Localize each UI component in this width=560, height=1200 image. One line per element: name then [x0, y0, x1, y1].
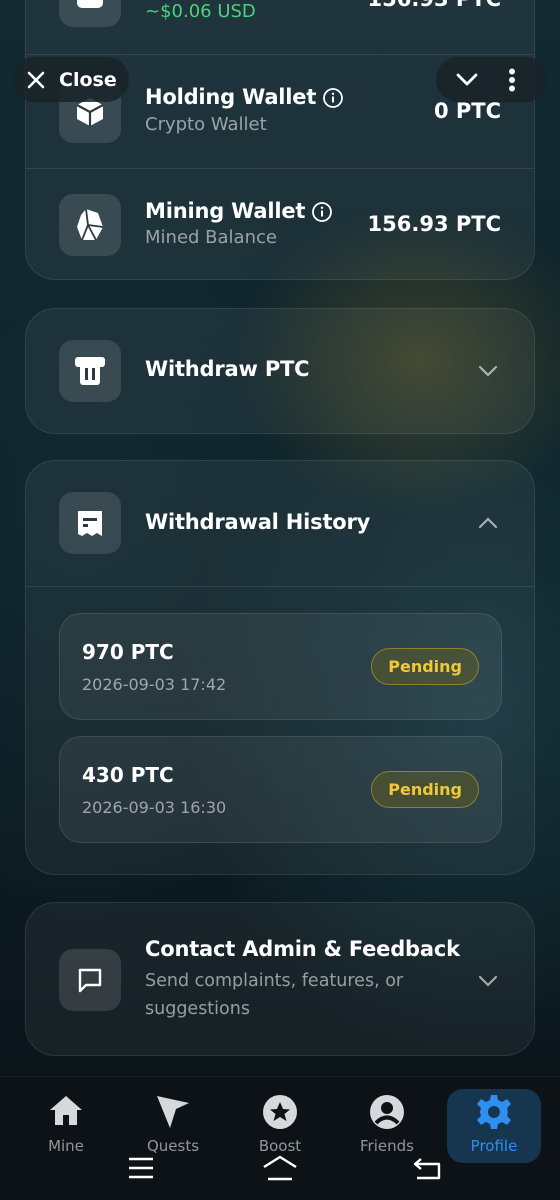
holding-wallet-amount: 0 PTC: [433, 99, 501, 123]
info-icon[interactable]: [322, 87, 344, 109]
wallet-divider: [26, 54, 534, 55]
wallet-icon: [77, 0, 103, 8]
top-wallet-usd: ~$0.06 USD: [145, 1, 256, 22]
recent-apps-icon[interactable]: [128, 1157, 154, 1179]
history-amount: 970 PTC: [82, 640, 174, 664]
history-divider: [26, 586, 534, 587]
history-date: 2026-09-03 17:42: [82, 675, 227, 694]
contact-icon-tile: [59, 949, 121, 1011]
wallet-divider: [26, 168, 534, 169]
mining-wallet-amount: 156.93 PTC: [367, 212, 501, 236]
user-icon: [370, 1095, 404, 1129]
back-button-icon[interactable]: [413, 1156, 441, 1180]
contact-subtitle-1: Send complaints, features, or: [145, 971, 404, 991]
history-icon-tile: [59, 492, 121, 554]
close-icon: [27, 71, 45, 88]
close-label: Close: [59, 68, 117, 91]
gear-icon: [477, 1095, 511, 1129]
withdraw-title: Withdraw PTC: [145, 357, 310, 381]
status-badge: Pending: [371, 771, 479, 808]
bottom-nav: Mine Quests Boost Friends Profile: [0, 1076, 560, 1200]
nav-item-profile[interactable]: Profile: [447, 1089, 541, 1163]
atm-withdraw-icon: [75, 357, 105, 385]
nav-label: Boost: [258, 1137, 302, 1155]
message-icon: [78, 968, 102, 993]
withdraw-card[interactable]: Withdraw PTC: [25, 308, 535, 434]
home-button-icon[interactable]: [262, 1155, 298, 1181]
withdraw-icon-tile: [59, 340, 121, 402]
history-amount: 430 PTC: [82, 763, 174, 787]
nav-item-boost[interactable]: Boost: [233, 1089, 327, 1163]
nav-item-quests[interactable]: Quests: [126, 1089, 220, 1163]
history-date: 2026-09-03 16:30: [82, 798, 227, 817]
mining-wallet-label: Mining Wallet: [145, 199, 306, 223]
chevron-down-icon[interactable]: [478, 365, 498, 377]
send-arrow-icon: [157, 1096, 189, 1128]
star-badge-icon: [263, 1095, 297, 1129]
contact-title: Contact Admin & Feedback: [145, 937, 460, 961]
receipt-icon: [78, 511, 102, 536]
status-badge: Pending: [371, 648, 479, 685]
nav-label: Quests: [146, 1137, 200, 1155]
overlay-menu-pill: [436, 57, 548, 102]
nav-label: Friends: [360, 1137, 414, 1155]
list-item[interactable]: 430 PTC 2026-09-03 16:30 Pending: [59, 736, 502, 843]
contact-subtitle-2: suggestions: [145, 999, 250, 1019]
mining-wallet-icon-tile: [59, 194, 121, 256]
nav-label: Profile: [470, 1137, 518, 1155]
mining-wallet-title: Mining Wallet: [145, 199, 333, 223]
crystal-icon: [77, 208, 104, 241]
holding-wallet-subtitle: Crypto Wallet: [145, 114, 267, 135]
holding-wallet-title: Holding Wallet: [145, 85, 344, 109]
holding-wallet-label: Holding Wallet: [145, 85, 317, 109]
mining-wallet-subtitle: Mined Balance: [145, 227, 277, 248]
top-wallet-amount: 156.93 PTC: [368, 0, 501, 11]
chevron-down-icon[interactable]: [478, 975, 498, 987]
chevron-up-icon[interactable]: [478, 517, 498, 529]
wallet-icon-tile: [59, 0, 121, 27]
info-icon[interactable]: [311, 201, 333, 223]
close-button[interactable]: Close: [12, 57, 129, 102]
chevron-down-icon[interactable]: [456, 73, 478, 87]
more-vertical-icon[interactable]: [508, 68, 516, 92]
contact-card[interactable]: Contact Admin & Feedback Send complaints…: [25, 902, 535, 1056]
history-title: Withdrawal History: [145, 510, 371, 534]
list-item[interactable]: 970 PTC 2026-09-03 17:42 Pending: [59, 613, 502, 720]
withdrawal-history-card: Withdrawal History 970 PTC 2026-09-03 17…: [25, 460, 535, 875]
nav-item-mine[interactable]: Mine: [19, 1089, 113, 1163]
nav-item-friends[interactable]: Friends: [340, 1089, 434, 1163]
wallets-card: ~$0.06 USD 156.93 PTC Holding Wallet Cry…: [25, 0, 535, 280]
home-icon: [50, 1096, 82, 1125]
nav-label: Mine: [48, 1137, 84, 1155]
